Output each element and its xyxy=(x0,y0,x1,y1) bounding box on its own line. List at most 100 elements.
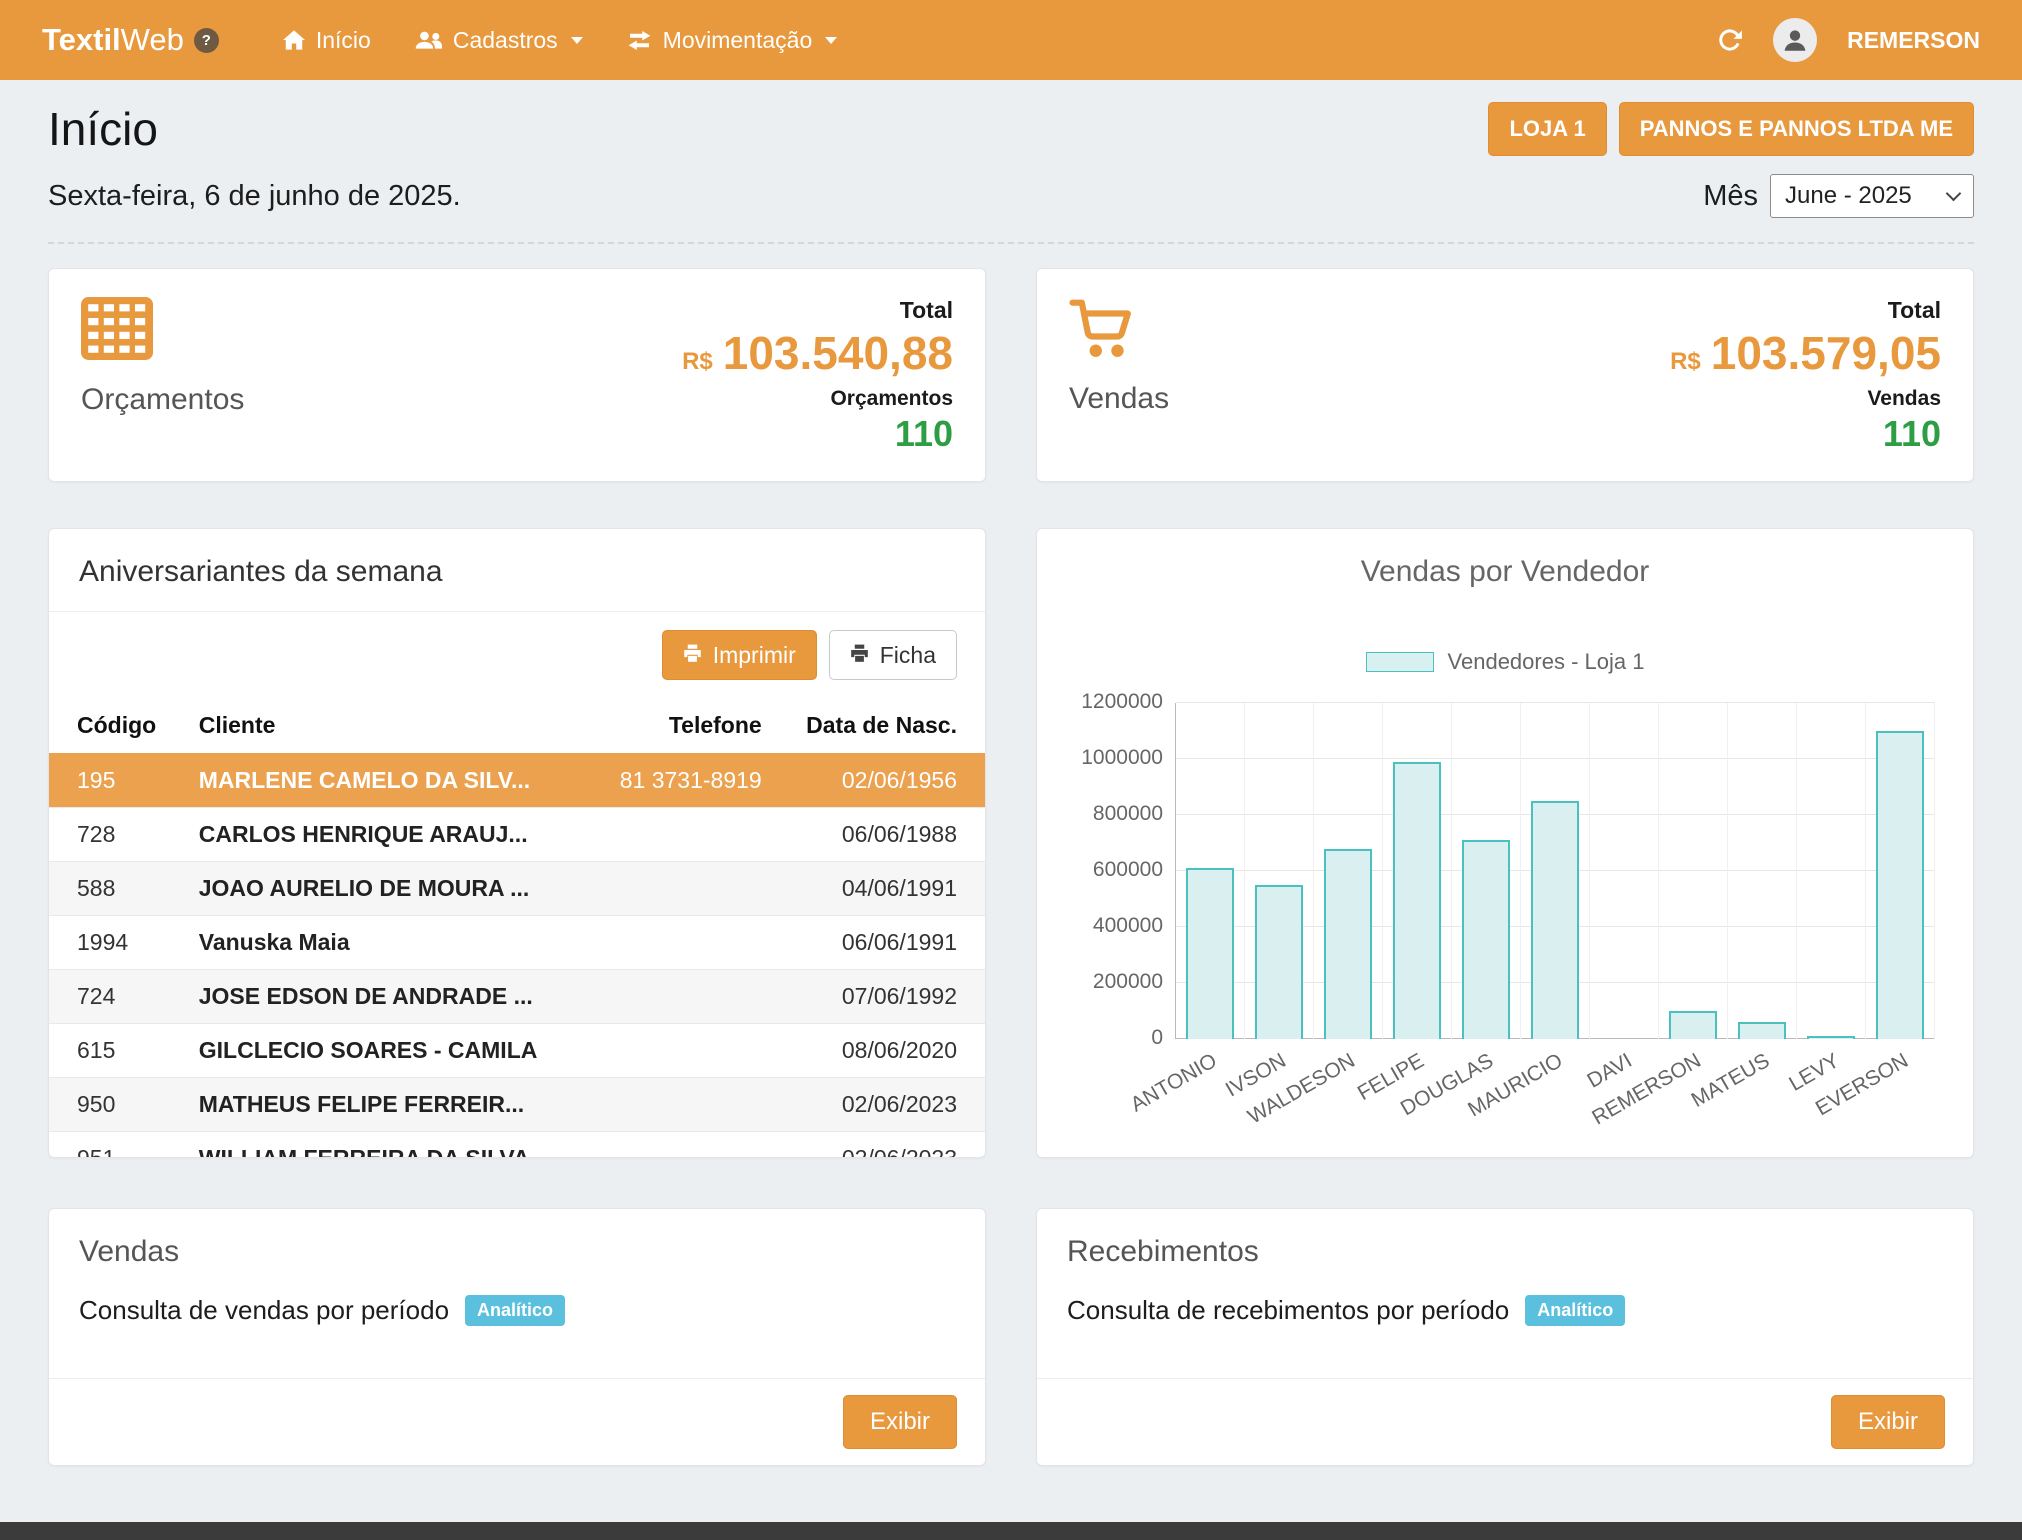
brand-text: TextilWeb xyxy=(42,22,184,58)
cell-cliente: CARLOS HENRIQUE ARAUJ... xyxy=(199,808,592,862)
cell-cliente: MARLENE CAMELO DA SILV... xyxy=(199,754,592,808)
bar-antonio[interactable] xyxy=(1186,868,1235,1039)
cell-cliente: GILCLECIO SOARES - CAMILA xyxy=(199,1024,592,1078)
bar-everson[interactable] xyxy=(1876,731,1925,1039)
chart-plot xyxy=(1175,703,1935,1039)
table-row[interactable]: 615GILCLECIO SOARES - CAMILA08/06/2020 xyxy=(49,1024,985,1078)
y-tick-label: 1200000 xyxy=(1081,690,1163,714)
print-button-label: Imprimir xyxy=(713,642,796,669)
username-label[interactable]: REMERSON xyxy=(1847,27,1980,54)
bar-mauricio[interactable] xyxy=(1531,801,1580,1039)
chart-legend[interactable]: Vendedores - Loja 1 xyxy=(1067,649,1943,675)
cell-cliente: Vanuska Maia xyxy=(199,916,592,970)
bar-cell xyxy=(1728,703,1797,1039)
cell-telefone xyxy=(592,1132,770,1159)
bar-felipe[interactable] xyxy=(1393,762,1442,1039)
users-icon xyxy=(415,31,442,50)
analitico-badge: Analítico xyxy=(1525,1295,1625,1326)
cell-cliente: JOAO AURELIO DE MOURA ... xyxy=(199,862,592,916)
cell-codigo: 724 xyxy=(49,970,199,1024)
page-content: Início LOJA 1 PANNOS E PANNOS LTDA ME Se… xyxy=(0,102,2022,1466)
user-avatar[interactable] xyxy=(1773,18,1817,62)
exibir-vendas-button[interactable]: Exibir xyxy=(843,1395,957,1449)
currency-label: R$ xyxy=(1670,348,1701,376)
sales-chart-panel: Vendas por Vendedor Vendedores - Loja 1 … xyxy=(1036,528,1974,1158)
birthdays-panel-title: Aniversariantes da semana xyxy=(49,529,985,612)
brand-logo[interactable]: TextilWeb ? xyxy=(42,22,219,58)
count-value: 110 xyxy=(1883,413,1941,455)
exibir-recebimentos-button[interactable]: Exibir xyxy=(1831,1395,1945,1449)
column-header-nascimento: Data de Nasc. xyxy=(770,698,985,754)
bar-cell xyxy=(1659,703,1728,1039)
table-row[interactable]: 724JOSE EDSON DE ANDRADE ... 07/06/1992 xyxy=(49,970,985,1024)
table-row[interactable]: 588JOAO AURELIO DE MOURA ...04/06/1991 xyxy=(49,862,985,916)
refresh-icon[interactable] xyxy=(1716,27,1743,54)
bar-cell xyxy=(1176,703,1245,1039)
nav-item-inicio[interactable]: Início xyxy=(261,0,393,80)
card-name: Orçamentos xyxy=(81,383,244,417)
total-amount: R$ 103.579,05 xyxy=(1670,326,1941,380)
y-tick-label: 600000 xyxy=(1093,858,1163,882)
bar-ivson[interactable] xyxy=(1255,885,1304,1039)
nav-item-label: Início xyxy=(316,27,371,54)
chart-x-axis: ANTONIOIVSONWALDESONFELIPEDOUGLASMAURICI… xyxy=(1175,1039,1935,1139)
birthday-table-body: 195MARLENE CAMELO DA SILV...81 3731-8919… xyxy=(49,754,985,1159)
vendas-card-left: Vendas xyxy=(1069,297,1169,453)
orcamentos-card-values: Total R$ 103.540,88 Orçamentos 110 xyxy=(682,297,953,453)
bar-cell xyxy=(1314,703,1383,1039)
bar-cell xyxy=(1590,703,1659,1039)
cell-telefone: 81 3731-8919 xyxy=(592,754,770,808)
chevron-down-icon xyxy=(1946,185,1962,201)
chevron-down-icon xyxy=(825,37,837,44)
amount-value: 103.540,88 xyxy=(723,326,953,380)
bar-remerson[interactable] xyxy=(1669,1011,1718,1039)
analitico-badge: Analítico xyxy=(465,1295,565,1326)
nav-item-movimentacao[interactable]: Movimentação xyxy=(605,0,860,80)
middle-row: Aniversariantes da semana Imprimir Ficha xyxy=(48,528,1974,1158)
bar-mateus[interactable] xyxy=(1738,1022,1787,1039)
cell-codigo: 951 xyxy=(49,1132,199,1159)
total-label: Total xyxy=(900,297,953,324)
recebimentos-report-panel: Recebimentos Consulta de recebimentos po… xyxy=(1036,1208,1974,1466)
bar-waldeson[interactable] xyxy=(1324,849,1373,1039)
cell-telefone xyxy=(592,1024,770,1078)
cell-cliente: JOSE EDSON DE ANDRADE ... xyxy=(199,970,592,1024)
table-row[interactable]: 950MATHEUS FELIPE FERREIR...02/06/2023 xyxy=(49,1078,985,1132)
y-tick-label: 0 xyxy=(1151,1026,1163,1050)
nav-item-cadastros[interactable]: Cadastros xyxy=(393,0,605,80)
cell-telefone xyxy=(592,1078,770,1132)
month-select[interactable]: June - 2025 xyxy=(1770,174,1974,218)
table-row[interactable]: 195MARLENE CAMELO DA SILV...81 3731-8919… xyxy=(49,754,985,808)
help-icon[interactable]: ? xyxy=(194,28,219,53)
cell-nascimento: 06/06/1988 xyxy=(770,808,985,862)
count-value: 110 xyxy=(895,413,953,455)
cell-nascimento: 02/06/1956 xyxy=(770,754,985,808)
cell-nascimento: 06/06/1991 xyxy=(770,916,985,970)
table-row[interactable]: 951WILLIAM FERREIRA DA SILVA02/06/2023 xyxy=(49,1132,985,1159)
cell-codigo: 1994 xyxy=(49,916,199,970)
print-button[interactable]: Imprimir xyxy=(662,630,817,680)
company-button[interactable]: PANNOS E PANNOS LTDA ME xyxy=(1619,102,1974,156)
panel-description: Consulta de recebimentos por período Ana… xyxy=(1037,1269,1973,1326)
birthdays-panel: Aniversariantes da semana Imprimir Ficha xyxy=(48,528,986,1158)
month-select-value: June - 2025 xyxy=(1785,182,1912,210)
chart-bars xyxy=(1176,703,1935,1039)
transfer-icon xyxy=(627,31,652,50)
table-row[interactable]: 728CARLOS HENRIQUE ARAUJ...06/06/1988 xyxy=(49,808,985,862)
vendas-report-panel: Vendas Consulta de vendas por período An… xyxy=(48,1208,986,1466)
home-icon xyxy=(283,30,305,50)
panel-footer: Exibir xyxy=(49,1378,985,1465)
cell-nascimento: 07/06/1992 xyxy=(770,970,985,1024)
total-label: Total xyxy=(1888,297,1941,324)
store-button[interactable]: LOJA 1 xyxy=(1488,102,1606,156)
card-name: Vendas xyxy=(1069,382,1169,416)
description-text: Consulta de recebimentos por período xyxy=(1067,1295,1509,1326)
table-row[interactable]: 1994Vanuska Maia 06/06/1991 xyxy=(49,916,985,970)
bar-douglas[interactable] xyxy=(1462,840,1511,1039)
cell-telefone xyxy=(592,862,770,916)
bar-cell xyxy=(1383,703,1452,1039)
ficha-button[interactable]: Ficha xyxy=(829,630,957,680)
cart-icon xyxy=(1069,297,1137,364)
x-axis-label: MATEUS xyxy=(1688,1049,1774,1113)
summary-cards-row: Orçamentos Total R$ 103.540,88 Orçamento… xyxy=(48,268,1974,482)
